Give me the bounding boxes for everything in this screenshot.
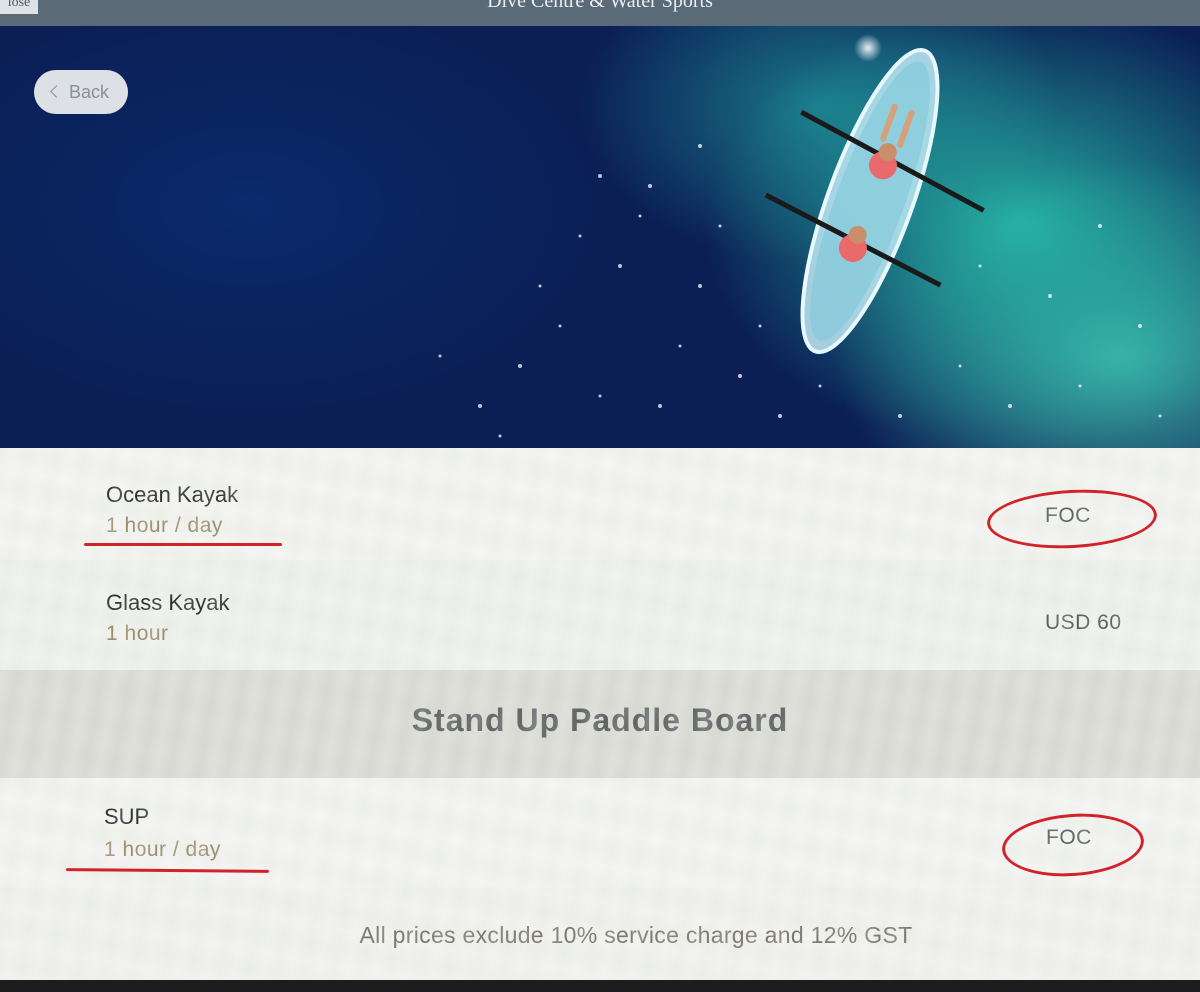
device-bezel: [0, 980, 1200, 992]
pricing-footnote: All prices exclude 10% service charge an…: [359, 922, 913, 948]
chevron-left-icon: [50, 85, 63, 98]
kayak-illustration: [438, 34, 1162, 438]
annotation-underline-ocean-kayak: [84, 543, 282, 546]
page-header-title: Dive Centre & Water Sports: [487, 0, 713, 12]
list-item-glass-kayak[interactable]: Glass Kayak 1 hour USD 60: [0, 560, 1200, 670]
back-button[interactable]: Back: [34, 70, 128, 114]
screen: lose Dive Centre & Water Sports Back Oce…: [0, 0, 1200, 992]
item-name: SUP: [104, 804, 150, 829]
item-name: Glass Kayak: [106, 590, 230, 615]
section-title: Stand Up Paddle Board: [411, 702, 789, 738]
item-price: USD 60: [1045, 611, 1122, 634]
hero-image-kayak: Back: [0, 26, 1200, 448]
water-sparkles: [438, 144, 1162, 438]
item-name: Ocean Kayak: [106, 482, 239, 507]
glass-kayak: [764, 47, 985, 355]
title-bar: lose Dive Centre & Water Sports: [0, 0, 1200, 26]
item-duration: 1 hour: [106, 622, 169, 645]
item-duration: 1 hour / day: [106, 514, 223, 537]
item-duration: 1 hour / day: [104, 838, 221, 861]
back-label: Back: [69, 82, 110, 102]
